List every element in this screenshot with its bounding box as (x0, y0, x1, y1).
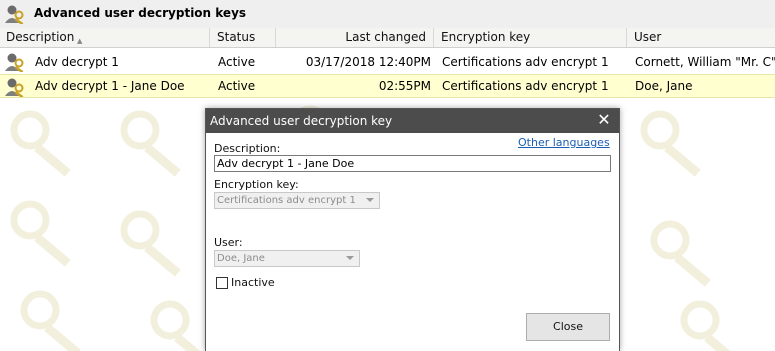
column-label: Last changed (345, 30, 426, 44)
sort-ascending-icon: ▲ (77, 37, 83, 45)
table-header: Description ▲ Status Last changed Encryp… (0, 28, 775, 48)
inactive-label: Inactive (231, 276, 275, 289)
description-label: Description: (214, 142, 281, 155)
row-status: Active (218, 55, 256, 69)
description-input[interactable]: Adv decrypt 1 - Jane Doe (214, 155, 611, 172)
user-key-icon (4, 52, 26, 74)
table-row-selected[interactable]: Adv decrypt 1 - Jane Doe Active 02:55PM … (0, 74, 775, 99)
row-user: Doe, Jane (635, 79, 693, 93)
row-encryption-key: Certifications adv encrypt 1 (442, 55, 609, 69)
dialog-titlebar: Advanced user decryption key ✕ (206, 109, 619, 133)
column-label: Encryption key (441, 30, 531, 44)
row-user: Cornett, William "Mr. C" (635, 55, 775, 69)
column-header-status[interactable]: Status (210, 28, 276, 47)
column-label: Description (6, 30, 75, 44)
dialog-title: Advanced user decryption key (210, 114, 393, 128)
column-header-last-changed[interactable]: Last changed (276, 28, 434, 47)
encryption-key-label: Encryption key: (214, 178, 299, 191)
column-header-encryption-key[interactable]: Encryption key (434, 28, 627, 47)
row-encryption-key: Certifications adv encrypt 1 (442, 79, 609, 93)
encryption-key-value: Certifications adv encrypt 1 (217, 195, 356, 206)
window-title: Advanced user decryption keys (34, 6, 247, 20)
column-label: User (634, 30, 662, 44)
decryption-key-dialog: Advanced user decryption key ✕ Descripti… (205, 108, 620, 351)
close-button[interactable]: Close (526, 313, 610, 341)
row-last-changed: 03/17/2018 12:40PM (305, 55, 431, 69)
table-row[interactable]: Adv decrypt 1 Active 03/17/2018 12:40PM … (0, 50, 775, 74)
user-value: Doe, Jane (217, 253, 265, 264)
chevron-down-icon (366, 198, 374, 202)
other-languages-link[interactable]: Other languages (518, 136, 610, 149)
user-key-icon (4, 4, 26, 26)
encryption-key-select[interactable]: Certifications adv encrypt 1 (214, 192, 380, 209)
column-header-description[interactable]: Description ▲ (0, 28, 210, 47)
column-label: Status (217, 30, 256, 44)
chevron-down-icon (346, 256, 354, 260)
row-description: Adv decrypt 1 - Jane Doe (35, 79, 185, 93)
inactive-checkbox[interactable] (216, 277, 228, 289)
window-titlebar: Advanced user decryption keys (0, 0, 775, 29)
row-last-changed: 02:55PM (378, 79, 431, 93)
user-key-icon (4, 77, 26, 99)
close-icon[interactable]: ✕ (595, 111, 613, 129)
dialog-body: Description: Other languages Adv decrypt… (206, 133, 619, 351)
user-select[interactable]: Doe, Jane (214, 250, 360, 267)
row-description: Adv decrypt 1 (35, 55, 119, 69)
row-status: Active (218, 79, 256, 93)
column-header-user[interactable]: User (627, 28, 775, 47)
user-label: User: (214, 236, 243, 249)
